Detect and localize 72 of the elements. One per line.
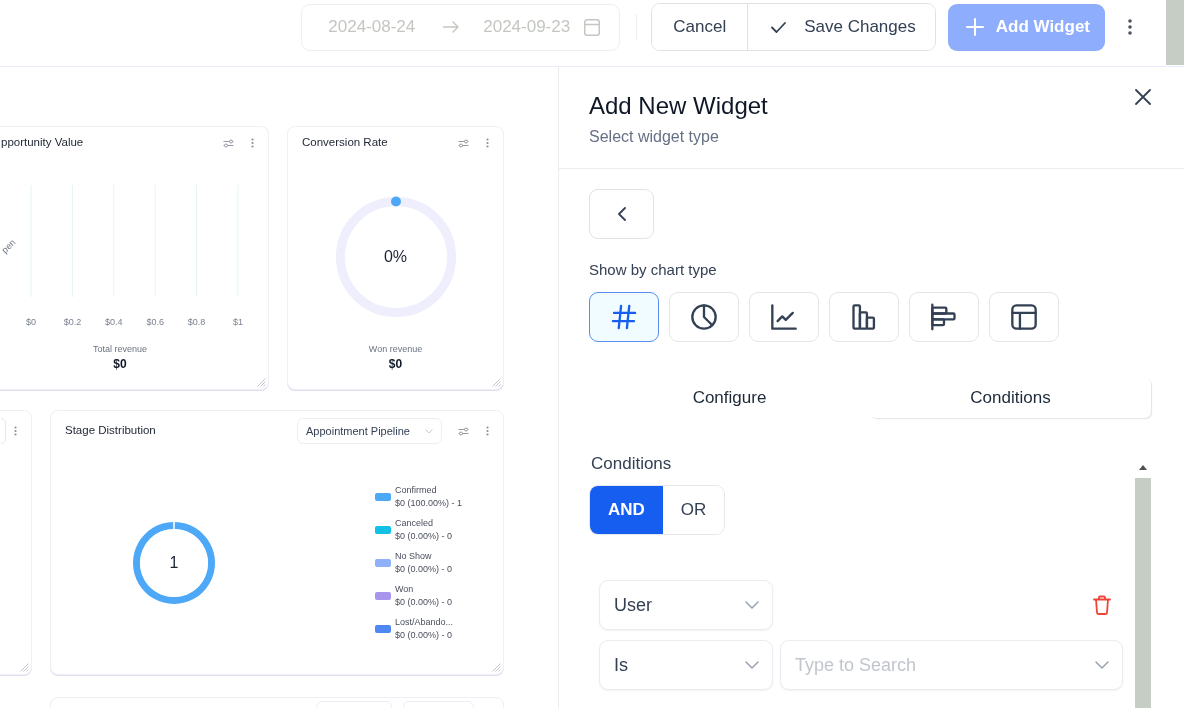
resize-handle-icon[interactable] <box>492 663 501 672</box>
donut-total: 1 <box>169 552 179 573</box>
chart-caption: Won revenue <box>368 343 423 356</box>
sliders-icon[interactable] <box>223 138 234 148</box>
line-chart-icon <box>770 303 798 331</box>
legend-value: $0 (0.00%) - 0 <box>395 529 453 543</box>
pie-chart-icon <box>690 303 718 331</box>
axis-tick-label: $0.4 <box>105 317 123 327</box>
tab[interactable]: Configure <box>589 378 870 418</box>
axis-tick-label: $0 <box>26 317 36 327</box>
close-icon[interactable] <box>1135 89 1151 105</box>
axis-tick-label: $1 <box>233 317 243 327</box>
legend-label: Lost/Abando... <box>395 615 454 629</box>
legend-label: Confirmed <box>395 483 438 497</box>
tab[interactable]: Conditions <box>870 378 1151 418</box>
kebab-menu-icon[interactable] <box>251 138 254 148</box>
axis-tick-label: $0.2 <box>63 317 82 327</box>
scrollbar-thumb[interactable] <box>1135 478 1151 708</box>
panel-title: Add New Widget <box>589 91 768 121</box>
legend-label: Won <box>395 582 415 596</box>
resize-handle-icon[interactable] <box>492 378 501 387</box>
scrollbar-thumb[interactable] <box>1166 0 1184 65</box>
resize-handle-icon[interactable] <box>20 663 29 672</box>
save-button[interactable]: Save Changes <box>747 4 935 50</box>
sliders-icon[interactable] <box>458 426 469 436</box>
total-value: $0 <box>113 356 127 372</box>
axis-tick-label: $0.6 <box>146 317 164 327</box>
pipeline-dropdown[interactable]: Appointment Pipeline <box>297 418 442 444</box>
chevron-down-icon <box>745 601 759 609</box>
arrow-right-icon <box>443 21 460 33</box>
legend-value: $0 (0.00%) - 0 <box>395 562 453 576</box>
kebab-menu-icon[interactable] <box>486 426 489 436</box>
scroll-up-icon[interactable] <box>1139 465 1147 470</box>
widget-title: Stage Distribution <box>65 423 156 439</box>
start-date: 2024-08-24 <box>328 16 416 39</box>
horizontal-bar-chart-icon <box>930 303 958 331</box>
chevron-left-icon <box>617 207 626 221</box>
legend-value: $0 (100.00%) - 1 <box>395 496 463 510</box>
table-icon <box>1010 303 1038 331</box>
section-heading: Conditions <box>591 453 672 475</box>
select-field[interactable]: Is <box>599 640 773 690</box>
kebab-menu-icon[interactable] <box>1128 19 1132 35</box>
chevron-down-icon <box>1095 661 1109 669</box>
percentage-reading: 0% <box>383 247 408 267</box>
section-label: Show by chart type <box>589 260 717 280</box>
chart-caption: Total revenue <box>92 343 147 356</box>
legend-value: $0 (0.00%) - 0 <box>395 595 453 609</box>
operator-button[interactable]: AND <box>590 486 663 534</box>
kebab-menu-icon[interactable] <box>14 426 17 436</box>
legend-label: No Show <box>395 549 433 563</box>
bar-chart-icon <box>850 303 878 331</box>
search-select-field[interactable]: Type to Search <box>780 640 1123 690</box>
legend-label: Canceled <box>395 516 435 530</box>
hash-icon <box>610 303 638 331</box>
check-icon <box>771 21 787 33</box>
chevron-down-icon <box>425 428 433 434</box>
legend-value: $0 (0.00%) - 0 <box>395 628 454 642</box>
chart-type-button[interactable] <box>589 292 659 342</box>
widget-title: pportunity Value <box>1 135 84 151</box>
end-date: 2024-09-23 <box>483 16 571 39</box>
chevron-down-icon <box>745 661 759 669</box>
sliders-icon[interactable] <box>458 138 469 148</box>
panel-subtitle: Select widget type <box>589 127 719 147</box>
trash-icon[interactable] <box>1093 595 1111 615</box>
axis-tick-label: $0.8 <box>187 317 206 327</box>
axis-category-label: pen <box>0 237 18 256</box>
select-field[interactable]: User <box>599 580 773 630</box>
total-value: $0 <box>388 356 403 372</box>
resize-handle-icon[interactable] <box>257 378 266 387</box>
kebab-menu-icon[interactable] <box>486 138 489 148</box>
widget-title: Conversion Rate <box>302 135 388 151</box>
plus-icon <box>965 18 984 36</box>
